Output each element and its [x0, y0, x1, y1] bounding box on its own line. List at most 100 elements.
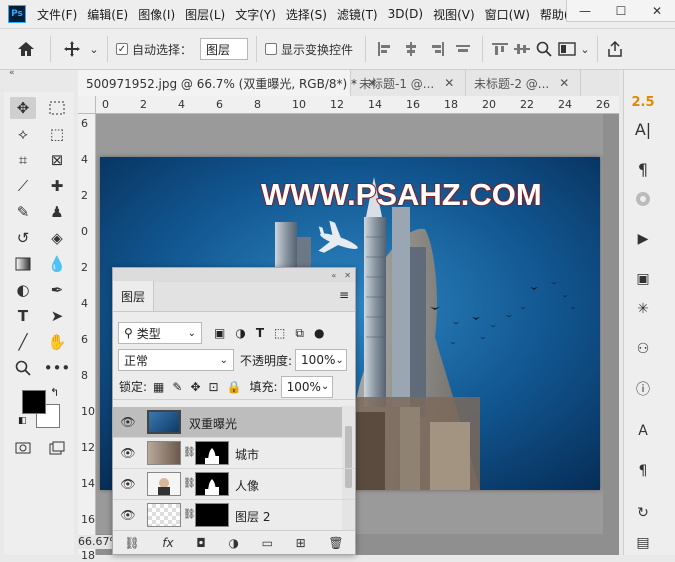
chevron-down-icon[interactable]: ⌄: [87, 34, 101, 64]
new-group-icon[interactable]: ▭: [262, 536, 273, 550]
eye-icon[interactable]: 👁: [113, 446, 143, 460]
distribute-icon[interactable]: [450, 34, 476, 64]
maximize-icon[interactable]: ☐: [603, 0, 639, 22]
home-icon[interactable]: [8, 34, 44, 64]
lock-position-icon[interactable]: ✥: [190, 380, 200, 394]
type-tool-icon[interactable]: T: [10, 305, 36, 327]
blend-mode-dropdown[interactable]: 正常 ⌄: [118, 349, 234, 371]
adjustment-layer-icon[interactable]: ◑: [228, 536, 238, 550]
close-panel-icon[interactable]: ✕: [344, 271, 351, 280]
show-transform-checkbox[interactable]: 显示变换控件: [263, 34, 355, 64]
collapse-left-icon[interactable]: «: [9, 68, 15, 78]
auto-select-checkbox[interactable]: ✓ 自动选择：: [114, 34, 194, 64]
gradient-tool-icon[interactable]: [10, 253, 36, 275]
share-icon[interactable]: [604, 34, 626, 64]
menu-3d[interactable]: 3D(D): [383, 7, 428, 21]
brush-tool-icon[interactable]: ✎: [10, 201, 36, 223]
lock-image-icon[interactable]: ✎: [172, 380, 182, 394]
move-tool-icon[interactable]: ✥: [10, 97, 36, 119]
menu-type[interactable]: 文字(Y): [230, 6, 281, 23]
pen-tool-icon[interactable]: ✒: [44, 279, 70, 301]
lock-transparent-icon[interactable]: ▦: [153, 380, 164, 394]
align-top-icon[interactable]: [489, 34, 511, 64]
zoom-tool-icon[interactable]: [10, 357, 36, 379]
eye-icon[interactable]: 👁: [113, 508, 143, 522]
character-style-icon[interactable]: A: [630, 420, 656, 442]
menu-window[interactable]: 窗口(W): [480, 6, 535, 23]
move-tool-icon[interactable]: [57, 34, 87, 64]
paragraph-style-icon[interactable]: ¶: [630, 460, 656, 482]
fill-input[interactable]: 100% ⌄: [281, 376, 333, 398]
filter-smart-icon[interactable]: ⧉: [295, 326, 304, 341]
blur-tool-icon[interactable]: 💧: [44, 253, 70, 275]
layer-row[interactable]: 👁 ⛓ 图层 2: [113, 500, 355, 531]
lock-artboard-icon[interactable]: ⊡: [209, 380, 219, 394]
fx-icon[interactable]: fx: [162, 536, 173, 550]
layer-row[interactable]: 👁 双重曝光: [113, 407, 355, 438]
eye-icon[interactable]: 👁: [113, 415, 143, 429]
info-icon[interactable]: ⓘ: [630, 378, 656, 400]
close-tab-icon[interactable]: ✕: [559, 76, 569, 90]
auto-select-dropdown[interactable]: 图层: [200, 38, 248, 60]
frame-tool-icon[interactable]: ⊠: [44, 149, 70, 171]
path-select-icon[interactable]: ➤: [44, 305, 70, 327]
line-tool-icon[interactable]: ╱: [10, 331, 36, 353]
new-layer-icon[interactable]: ⊞: [296, 536, 306, 550]
align-left-icon[interactable]: [372, 34, 398, 64]
stamp-tool-icon[interactable]: ♟: [44, 201, 70, 223]
color-wheel-icon[interactable]: [630, 188, 656, 210]
add-mask-icon[interactable]: ◘: [196, 536, 206, 550]
screen-mode-icon[interactable]: [44, 437, 70, 459]
paragraph-panel-icon[interactable]: ¶: [630, 158, 656, 180]
filter-adjust-icon[interactable]: ◑: [235, 326, 245, 340]
minimize-icon[interactable]: —: [567, 0, 603, 22]
tab-layers[interactable]: 图层: [113, 281, 154, 311]
more-tools-icon[interactable]: •••: [44, 357, 70, 379]
menu-layer[interactable]: 图层(L): [180, 6, 230, 23]
filter-kind-dropdown[interactable]: ⚲ 类型 ⌄: [118, 322, 202, 344]
filter-pixel-icon[interactable]: ▣: [214, 326, 225, 340]
foreground-color-swatch[interactable]: [22, 390, 46, 414]
menu-file[interactable]: 文件(F): [32, 6, 82, 23]
menu-select[interactable]: 选择(S): [281, 6, 332, 23]
hand-tool-icon[interactable]: ✋: [44, 331, 70, 353]
link-icon[interactable]: ⛓: [183, 509, 196, 520]
filter-toggle-icon[interactable]: ●: [314, 326, 324, 340]
align-hcenter-icon[interactable]: [398, 34, 424, 64]
layer-row[interactable]: 👁 ⛓ 人像: [113, 469, 355, 500]
menu-filter[interactable]: 滤镜(T): [332, 6, 383, 23]
crop-tool-icon[interactable]: ⌗: [10, 149, 36, 171]
dodge-tool-icon[interactable]: ◐: [10, 279, 36, 301]
right-panel-scroll[interactable]: [663, 82, 675, 555]
collapse-panel-icon[interactable]: «: [331, 271, 336, 280]
eye-icon[interactable]: 👁: [113, 477, 143, 491]
filter-shape-icon[interactable]: ⬚: [274, 326, 285, 340]
align-right-icon[interactable]: [424, 34, 450, 64]
search-icon[interactable]: [533, 34, 555, 64]
close-tab-icon[interactable]: ✕: [444, 76, 454, 90]
play-actions-icon[interactable]: ▶: [630, 228, 656, 250]
libraries-icon[interactable]: ▣: [630, 268, 656, 290]
character-panel-icon[interactable]: A|: [630, 118, 656, 140]
eyedropper-icon[interactable]: ⟋: [10, 175, 36, 197]
layer-comps-icon[interactable]: ▤: [630, 532, 656, 554]
menu-edit[interactable]: 编辑(E): [82, 6, 133, 23]
menu-image[interactable]: 图像(I): [133, 6, 180, 23]
workspace-icon[interactable]: [555, 34, 579, 64]
lock-all-icon[interactable]: 🔒: [227, 380, 242, 394]
swap-colors-icon[interactable]: ↰: [50, 386, 59, 399]
glyphs-icon[interactable]: ↻: [630, 502, 656, 524]
menu-view[interactable]: 视图(V): [428, 6, 480, 23]
link-icon[interactable]: ⛓: [183, 478, 196, 489]
close-icon[interactable]: ✕: [639, 0, 675, 22]
trash-icon[interactable]: 🗑: [328, 536, 343, 550]
healing-brush-icon[interactable]: ✚: [44, 175, 70, 197]
opacity-input[interactable]: 100% ⌄: [295, 349, 347, 371]
layer-row[interactable]: 👁 ⛓ 城市: [113, 438, 355, 469]
tab-untitled-2[interactable]: 未标题-2 @... ✕: [466, 70, 581, 96]
lasso-tool-icon[interactable]: ⟡: [10, 123, 36, 145]
marquee-tool-icon[interactable]: [44, 97, 70, 119]
panel-menu-icon[interactable]: ≡: [339, 288, 349, 302]
paths-icon[interactable]: ⚇: [630, 338, 656, 360]
chevron-down-icon[interactable]: ⌄: [579, 34, 591, 64]
